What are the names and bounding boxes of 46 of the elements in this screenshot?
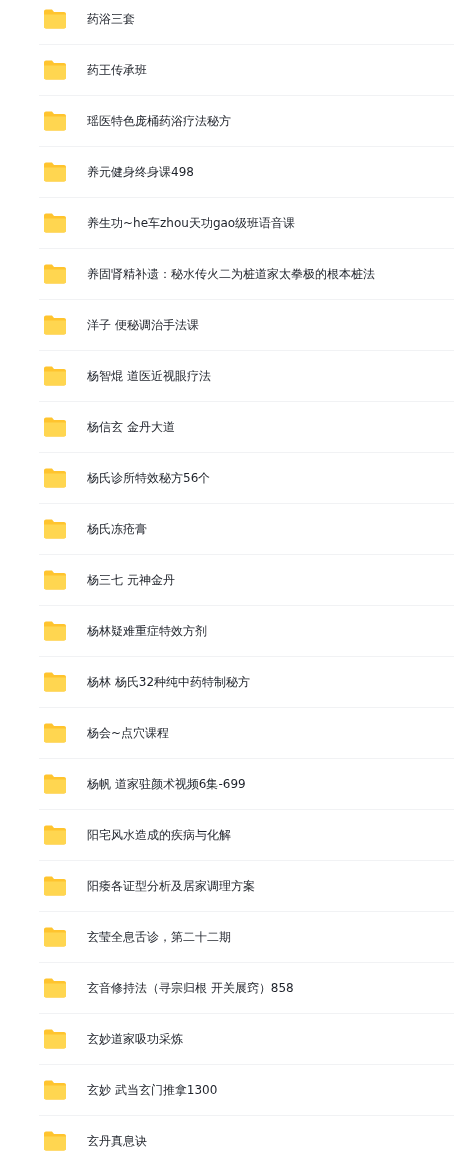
folder-icon (43, 570, 67, 590)
folder-icon (43, 1131, 67, 1151)
folder-icon (43, 417, 67, 437)
folder-icon (43, 264, 67, 284)
folder-name[interactable]: 杨林 杨氏32种纯中药特制秘方 (87, 673, 251, 691)
folder-icon (43, 366, 67, 386)
folder-name[interactable]: 阳痿各证型分析及居家调理方案 (87, 877, 255, 895)
folder-icon (43, 213, 67, 233)
folder-icon (43, 672, 67, 692)
folder-name[interactable]: 玄音修持法（寻宗归根 开关展窍）858 (87, 979, 294, 997)
folder-name[interactable]: 杨氏诊所特效秘方56个 (87, 469, 211, 487)
folder-name[interactable]: 玄妙道家吸功采炼 (87, 1030, 183, 1048)
folder-name[interactable]: 阳宅风水造成的疾病与化解 (87, 826, 231, 844)
folder-icon (43, 315, 67, 335)
folder-name[interactable]: 养元健身终身课498 (87, 163, 194, 181)
folder-icon (43, 9, 67, 29)
folder-icon (43, 468, 67, 488)
folder-name[interactable]: 药王传承班 (87, 61, 147, 79)
folder-icon (43, 978, 67, 998)
folder-name[interactable]: 玄莹全息舌诊，第二十二期 (87, 928, 231, 946)
folder-name[interactable]: 玄丹真息诀 (87, 1132, 147, 1150)
folder-name[interactable]: 养生功~he车zhou天功gao级班语音课 (87, 214, 296, 232)
folder-icon (43, 1029, 67, 1049)
folder-name[interactable]: 洋子 便秘调治手法课 (87, 316, 199, 334)
folder-name[interactable]: 杨信玄 金丹大道 (87, 418, 175, 436)
folder-name[interactable]: 药浴三套 (87, 10, 135, 28)
folder-name[interactable]: 杨林疑难重症特效方剂 (87, 622, 207, 640)
folder-icon (43, 1080, 67, 1100)
folder-name[interactable]: 杨氏冻疮膏 (87, 520, 147, 538)
folder-icon (43, 60, 67, 80)
folder-icon (43, 111, 67, 131)
folder-name[interactable]: 杨三七 元神金丹 (87, 571, 175, 589)
folder-name[interactable]: 玄妙 武当玄门推拿1300 (87, 1081, 218, 1099)
folder-name[interactable]: 养固肾精补遗：秘水传火二为桩道家太拳极的根本桩法 (87, 265, 375, 283)
folder-icon (43, 162, 67, 182)
folder-name[interactable]: 杨智焜 道医近视眼疗法 (87, 367, 211, 385)
folder-icon (43, 519, 67, 539)
folder-name[interactable]: 杨会~点穴课程 (87, 724, 170, 742)
folder-icon (43, 825, 67, 845)
folder-icon (43, 927, 67, 947)
folder-name[interactable]: 瑶医特色庞桶药浴疗法秘方 (87, 112, 231, 130)
folder-icon (43, 723, 67, 743)
folder-icon (43, 774, 67, 794)
folder-icon (43, 621, 67, 641)
folder-icon (43, 876, 67, 896)
folder-name[interactable]: 杨帆 道家驻颜术视频6集-699 (87, 775, 246, 793)
